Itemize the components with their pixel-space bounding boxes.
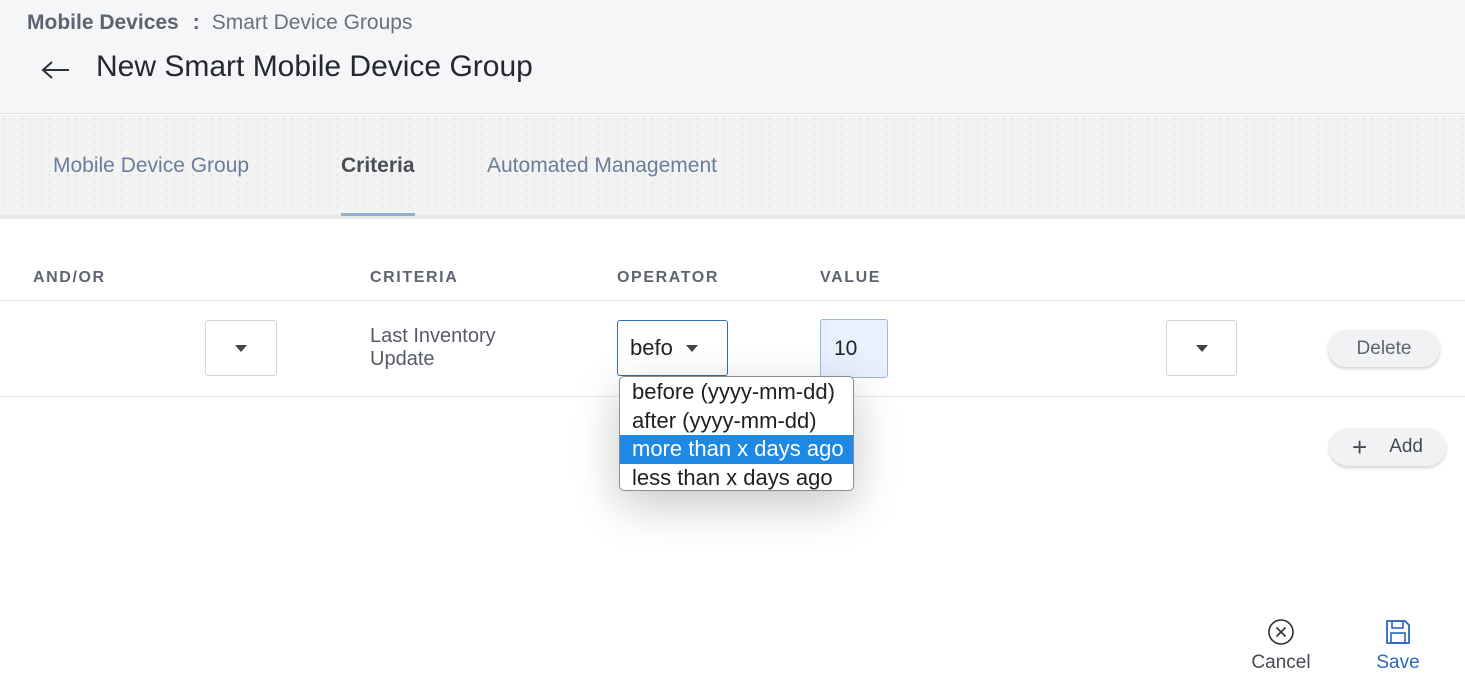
operator-select[interactable]: before (yyyy-mm-dd): [617, 320, 728, 376]
breadcrumb-root[interactable]: Mobile Devices: [27, 11, 179, 35]
andor-select[interactable]: [205, 320, 277, 376]
page-header: Mobile Devices : Smart Device Groups New…: [0, 0, 1465, 114]
save-button[interactable]: Save: [1358, 618, 1438, 678]
tab-automated-management[interactable]: Automated Management: [487, 154, 717, 216]
add-button-label: Add: [1389, 436, 1423, 457]
tab-bar: Mobile Device Group Criteria Automated M…: [0, 115, 1465, 219]
operator-option-after[interactable]: after (yyyy-mm-dd): [620, 407, 853, 436]
caret-down-icon: [235, 344, 247, 352]
caret-down-icon: [686, 344, 698, 352]
column-header-andor: AND/OR: [33, 269, 106, 286]
cancel-circle-x-icon: [1268, 619, 1294, 645]
column-header-criteria: CRITERIA: [370, 269, 459, 286]
row-divider: [0, 300, 1465, 301]
breadcrumb-current[interactable]: Smart Device Groups: [212, 11, 413, 35]
breadcrumb: Mobile Devices : Smart Device Groups: [27, 11, 412, 35]
operator-option-before[interactable]: before (yyyy-mm-dd): [620, 378, 853, 407]
cancel-label: Cancel: [1251, 652, 1311, 673]
delete-button[interactable]: Delete: [1328, 330, 1440, 367]
save-label: Save: [1376, 652, 1420, 673]
closing-paren-select[interactable]: [1166, 320, 1237, 376]
tab-mobile-device-group[interactable]: Mobile Device Group: [53, 154, 249, 216]
caret-down-icon: [1195, 344, 1208, 352]
page-title: New Smart Mobile Device Group: [96, 50, 533, 83]
column-header-value: VALUE: [820, 269, 882, 286]
cancel-button[interactable]: Cancel: [1241, 618, 1321, 678]
operator-option-more-than-x-days[interactable]: more than x days ago: [620, 435, 853, 464]
plus-icon: +: [1352, 432, 1368, 462]
save-floppy-icon: [1386, 620, 1410, 644]
operator-option-less-than-x-days[interactable]: less than x days ago: [620, 464, 853, 491]
operator-selected-value: before (yyyy-mm-dd): [630, 335, 672, 360]
breadcrumb-separator: :: [192, 11, 200, 34]
add-criteria-button[interactable]: + Add: [1329, 428, 1446, 466]
value-input[interactable]: [820, 319, 888, 378]
column-header-operator: OPERATOR: [617, 269, 719, 286]
arrow-left-icon[interactable]: [38, 52, 74, 88]
criteria-name: Last Inventory Update: [370, 325, 496, 370]
tab-criteria[interactable]: Criteria: [341, 154, 415, 216]
operator-dropdown-list: before (yyyy-mm-dd) after (yyyy-mm-dd) m…: [619, 376, 854, 491]
